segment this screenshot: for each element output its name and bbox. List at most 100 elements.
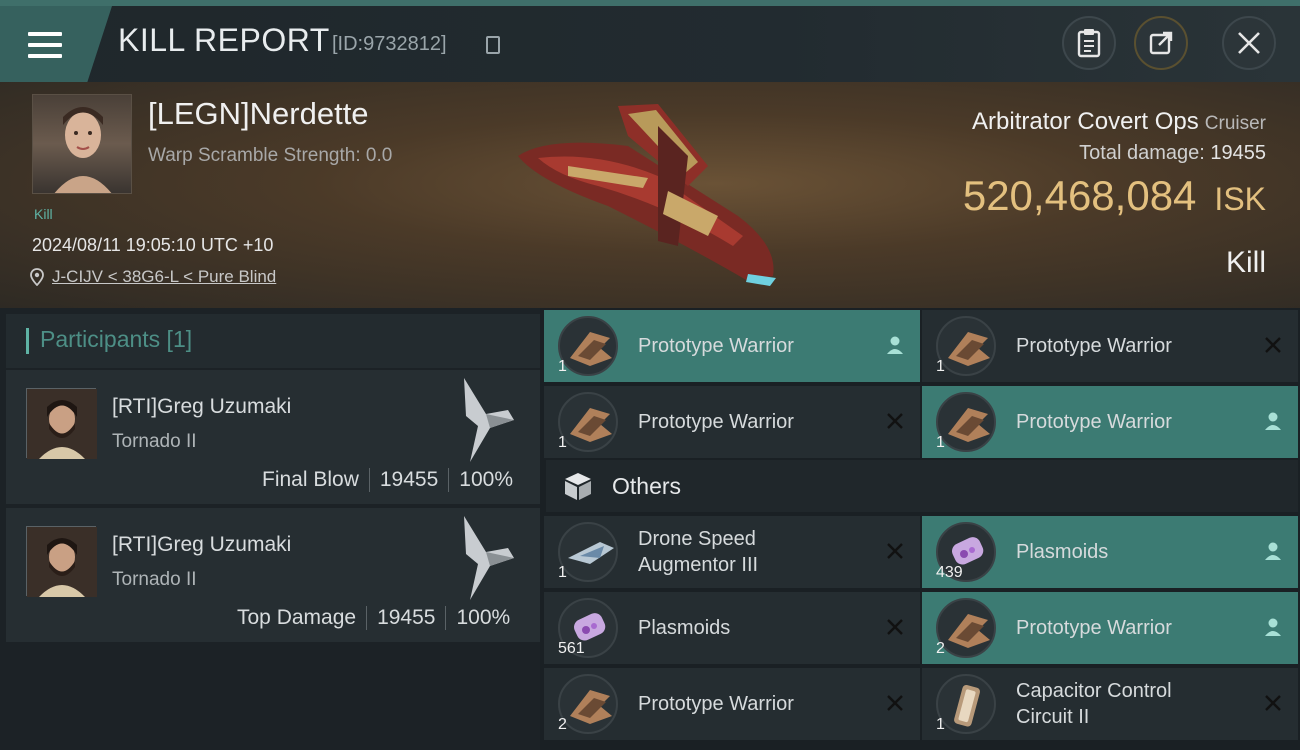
- item-quantity: 2: [558, 716, 567, 733]
- item-name: Prototype Warrior: [1016, 411, 1172, 433]
- item-name-line2: Circuit II: [1016, 706, 1090, 728]
- x-icon: [887, 413, 903, 429]
- item-row[interactable]: 2 Prototype Warrior: [922, 592, 1298, 664]
- ship-class: Cruiser: [1204, 113, 1266, 134]
- item-row[interactable]: 1 Prototype Warrior: [922, 310, 1298, 382]
- item-name: Prototype Warrior: [1016, 615, 1172, 641]
- item-name: Prototype Warrior: [638, 335, 794, 357]
- item-quantity: 439: [936, 564, 963, 581]
- participant-damage: 19455: [377, 606, 436, 629]
- participant-role: Top Damage: [237, 606, 357, 629]
- share-button[interactable]: [1134, 16, 1188, 70]
- drone-icon: [936, 598, 996, 658]
- item-name-line1: Prototype Warrior: [638, 693, 794, 715]
- x-icon: [887, 695, 903, 711]
- item-name: Drone Speed Augmentor III: [638, 526, 758, 578]
- drone-icon: [558, 392, 618, 452]
- item-quantity: 1: [936, 716, 945, 733]
- item-name-line1: Prototype Warrior: [1016, 617, 1172, 639]
- item-quantity: 1: [558, 564, 567, 581]
- warp-scramble-strength: Warp Scramble Strength: 0.0: [148, 145, 393, 166]
- capacitor-circuit-icon: [936, 674, 996, 734]
- item-row[interactable]: 1 Prototype Warrior: [544, 310, 920, 382]
- participant-ship-image: [464, 516, 514, 600]
- close-button[interactable]: [1222, 16, 1276, 70]
- location-pin-icon: [30, 268, 44, 286]
- item-row[interactable]: 561 Plasmoids: [544, 592, 920, 664]
- others-title: Others: [612, 473, 682, 499]
- clipboard-button[interactable]: [1062, 16, 1116, 70]
- close-icon: [1238, 32, 1260, 54]
- total-damage-label: Total damage:: [1079, 142, 1205, 164]
- item-row[interactable]: 1 Prototype Warrior: [922, 386, 1298, 458]
- item-name: Prototype Warrior: [1016, 335, 1172, 357]
- item-quantity: 1: [936, 358, 945, 375]
- participant-damage: 19455: [379, 468, 439, 491]
- participant-name[interactable]: [RTI]Greg Uzumaki: [112, 395, 291, 419]
- item-quantity: 561: [558, 640, 585, 657]
- item-name: Plasmoids: [1016, 539, 1108, 565]
- item-row[interactable]: 1 Prototype Warrior: [544, 386, 920, 458]
- participant-role: Final Blow: [262, 468, 359, 491]
- drone-icon: [936, 316, 996, 376]
- hamburger-icon[interactable]: [28, 32, 62, 60]
- item-name: Prototype Warrior: [638, 411, 794, 433]
- participant-percent: 100%: [456, 606, 511, 629]
- item-quantity: 2: [936, 640, 945, 657]
- isk-value: 520,468,084 ISK: [963, 172, 1266, 220]
- item-row[interactable]: 1 Capacitor Control Circuit II: [922, 668, 1298, 740]
- drone-icon: [936, 392, 996, 452]
- drone-icon: [558, 674, 618, 734]
- participant-avatar[interactable]: [26, 388, 97, 459]
- item-name-line1: Drone Speed: [638, 528, 756, 550]
- participant-stats: Top Damage 19455 100%: [237, 606, 510, 630]
- drone-augmentor-icon: [558, 522, 618, 582]
- x-icon: [887, 619, 903, 635]
- ship-name-text: Arbitrator Covert Ops: [972, 108, 1199, 135]
- total-damage-value: 19455: [1210, 142, 1266, 164]
- person-icon: [1265, 542, 1281, 560]
- x-icon: [1265, 695, 1281, 711]
- cube-icon: [565, 473, 591, 500]
- x-icon: [1265, 337, 1281, 353]
- result-label: Kill: [1225, 246, 1266, 279]
- participant-ship: Tornado II: [112, 569, 197, 590]
- kill-timestamp: 2024/08/11 19:05:10 UTC +10: [32, 235, 274, 255]
- participant-stats: Final Blow 19455 100%: [262, 468, 513, 492]
- participant-ship-image: [464, 378, 514, 462]
- copy-icon[interactable]: [486, 36, 500, 54]
- participant-avatar[interactable]: [26, 526, 97, 597]
- item-row[interactable]: 1 Drone Speed Augmentor III: [544, 516, 920, 588]
- item-name-line1: Plasmoids: [1016, 541, 1109, 563]
- kill-location[interactable]: J-CIJV < 38G6-L < Pure Blind: [30, 267, 276, 287]
- item-quantity: 1: [558, 358, 567, 375]
- x-icon: [887, 543, 903, 559]
- ship-name[interactable]: Arbitrator Covert Ops Cruiser: [972, 108, 1266, 136]
- participants-title: Participants [1]: [40, 326, 193, 352]
- location-link[interactable]: J-CIJV < 38G6-L < Pure Blind: [52, 267, 276, 287]
- item-row[interactable]: 2 Prototype Warrior: [544, 668, 920, 740]
- isk-unit: ISK: [1214, 181, 1266, 217]
- ship-image: [518, 104, 776, 286]
- item-row[interactable]: 439 Plasmoids: [922, 516, 1298, 588]
- item-name-line1: Plasmoids: [638, 617, 731, 639]
- item-quantity: 1: [936, 434, 945, 451]
- item-name: Prototype Warrior: [638, 691, 794, 717]
- item-name: Capacitor Control Circuit II: [1016, 678, 1172, 730]
- item-quantity: 1: [558, 434, 567, 451]
- victim-name[interactable]: [LEGN]Nerdette: [148, 96, 369, 132]
- participant-percent: 100%: [459, 468, 513, 491]
- total-damage: Total damage: 19455: [1079, 142, 1266, 165]
- clipboard-icon: [1077, 29, 1101, 58]
- person-icon: [1265, 618, 1281, 636]
- person-icon: [887, 336, 903, 354]
- participant-name[interactable]: [RTI]Greg Uzumaki: [112, 533, 291, 557]
- report-id: [ID:9732812]: [332, 33, 447, 55]
- share-icon: [1149, 31, 1173, 55]
- item-name-line2: Augmentor III: [638, 554, 759, 576]
- participant-ship: Tornado II: [112, 431, 197, 452]
- victim-avatar[interactable]: [32, 94, 132, 194]
- item-name: Plasmoids: [638, 615, 730, 641]
- isk-amount: 520,468,084: [962, 172, 1197, 219]
- person-icon: [1265, 412, 1281, 430]
